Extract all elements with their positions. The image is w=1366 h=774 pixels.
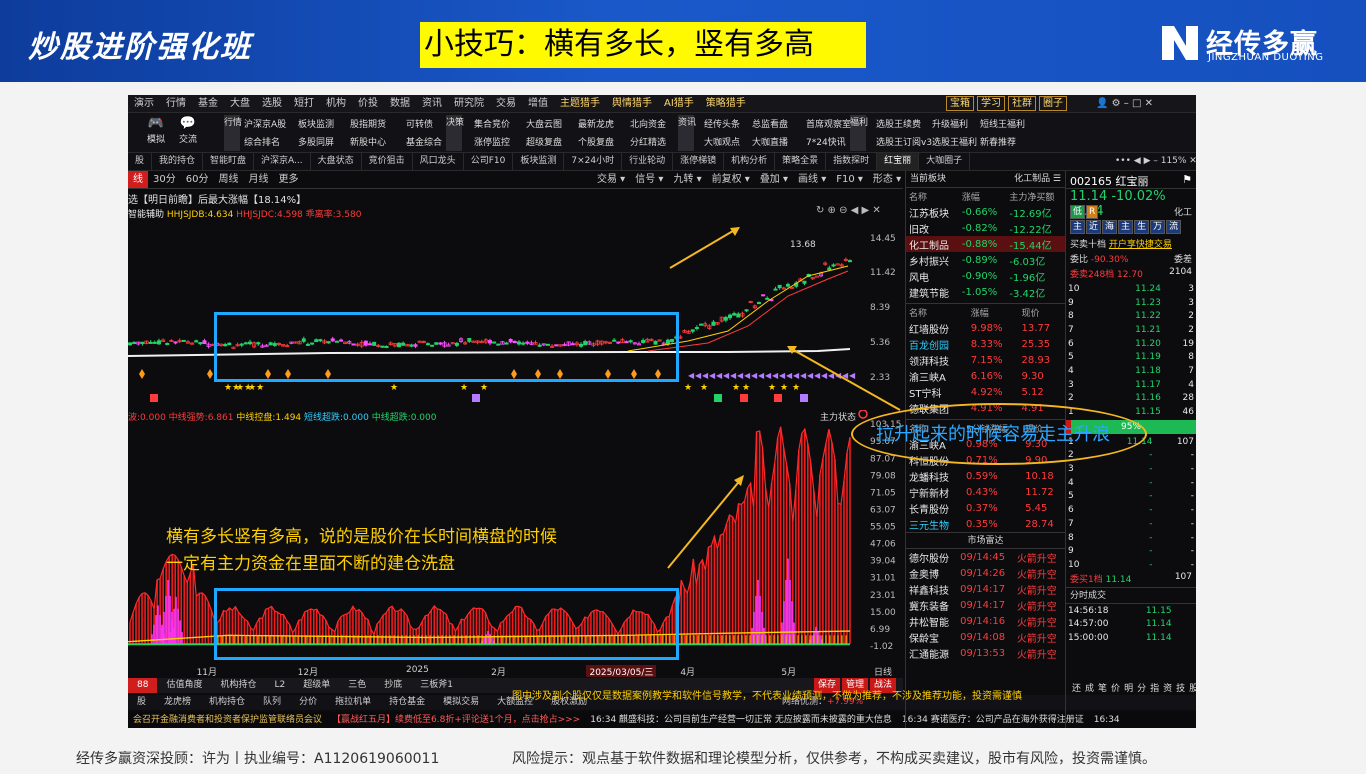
annotation-line-1: 横有多长竖有多高，说的是股价在长时间横盘的时候 <box>166 527 557 547</box>
footer: 经传多赢资深投顾：许为丨执业编号：A1120619060011 风险提示：观点基… <box>0 740 1366 774</box>
arrow-up-kline <box>669 227 739 269</box>
arrow-overlay <box>667 227 901 569</box>
arrow-to-ellipse <box>789 347 901 411</box>
footer-risk: 风险提示：观点基于软件数据和理论模型分析，仅供参考，不构成买卖建议，股市有风险，… <box>512 751 1156 767</box>
annotation-line-2: 一定有主力资金在里面不断的建仓洗盘 <box>166 554 455 574</box>
ellipse-annotation: 拉升起来的时候容易走主升浪 <box>876 424 1110 445</box>
arrow-up-volume <box>667 477 743 569</box>
slide: 炒股进阶强化班 小技巧：横有多长，竖有多高 经传多赢 JINGZHUAN DUO… <box>0 0 1366 774</box>
footer-advisor: 经传多赢资深投顾：许为丨执业编号：A1120619060011 <box>76 751 440 767</box>
